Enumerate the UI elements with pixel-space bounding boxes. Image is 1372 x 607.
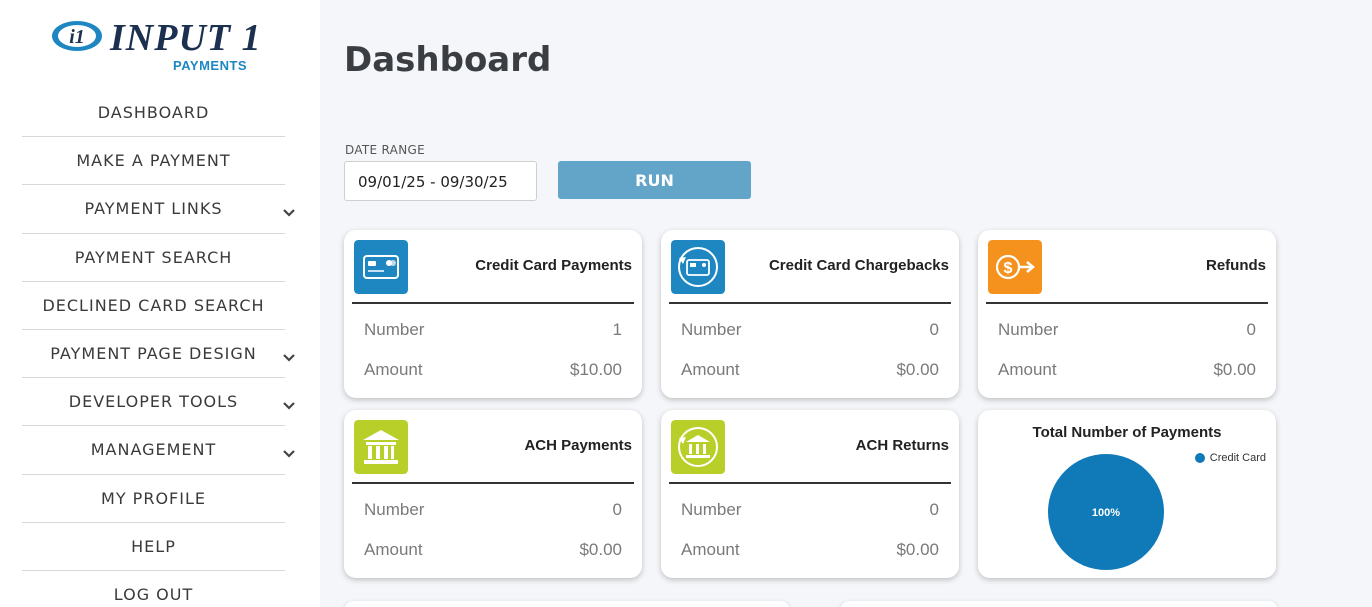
- number-label: Number: [364, 320, 425, 339]
- date-range-input[interactable]: 09/01/25 - 09/30/25: [344, 161, 537, 201]
- sidebar-item-management[interactable]: MANAGEMENT: [22, 426, 295, 475]
- chevron-down-icon[interactable]: [281, 446, 297, 462]
- sidebar-item-payment-page-design[interactable]: PAYMENT PAGE DESIGN: [22, 330, 295, 379]
- number-label: Number: [364, 500, 425, 519]
- card-divider: [669, 302, 951, 304]
- chevron-down-icon[interactable]: [281, 398, 297, 414]
- sidebar-item-developer-tools[interactable]: DEVELOPER TOOLS: [22, 378, 295, 427]
- legend-swatch: [1194, 453, 1205, 463]
- chart-title: Total Number of Payments: [1032, 424, 1222, 441]
- refunds-card: $ Refunds Number 0 Amount $0.00: [978, 230, 1276, 398]
- date-range-label: DATE RANGE: [345, 143, 425, 157]
- sidebar-item-label: MY PROFILE: [101, 488, 206, 508]
- logo-name: INPUT 1: [110, 17, 262, 59]
- bottom-panel: [344, 601, 790, 607]
- sidebar-item-label: PAYMENT SEARCH: [74, 247, 233, 267]
- logo-badge-icon: i1: [52, 21, 102, 51]
- number-label: Number: [681, 320, 742, 339]
- number-label: Number: [998, 320, 1059, 339]
- number-value: 1: [612, 320, 622, 339]
- number-value: 0: [929, 500, 939, 519]
- amount-label: Amount: [998, 360, 1057, 379]
- svg-text:i1: i1: [69, 26, 85, 48]
- ach-payments-card: ACH Payments Number 0 Amount $0.00: [344, 410, 642, 578]
- run-button[interactable]: RUN: [558, 161, 751, 199]
- sidebar-item-payment-links[interactable]: PAYMENT LINKS: [22, 185, 295, 234]
- bank-return-icon: [671, 420, 725, 474]
- chart-legend[interactable]: Credit Card: [1194, 452, 1266, 464]
- sidebar-item-make-a-payment[interactable]: MAKE A PAYMENT: [22, 137, 285, 186]
- number-value: 0: [612, 500, 622, 519]
- svg-text:$: $: [1004, 260, 1013, 277]
- sidebar-item-payment-search[interactable]: PAYMENT SEARCH: [22, 234, 285, 282]
- refund-icon: $: [988, 240, 1042, 294]
- sidebar-item-my-profile[interactable]: MY PROFILE: [22, 475, 285, 523]
- sidebar-item-label: DECLINED CARD SEARCH: [42, 295, 265, 315]
- amount-value: $0.00: [896, 540, 939, 559]
- number-value: 0: [1246, 320, 1256, 339]
- sidebar-item-help[interactable]: HELP: [22, 523, 285, 571]
- bottom-panel: [840, 601, 1278, 607]
- sidebar-item-label: DASHBOARD: [97, 103, 210, 123]
- sidebar-item-log-out[interactable]: LOG OUT: [22, 571, 285, 607]
- amount-label: Amount: [681, 540, 740, 559]
- amount-value: $0.00: [1213, 360, 1256, 379]
- number-label: Number: [681, 500, 742, 519]
- credit-card-icon: [354, 240, 408, 294]
- chevron-down-icon[interactable]: [281, 350, 297, 366]
- amount-label: Amount: [364, 540, 423, 559]
- pie-slice-label: 100%: [1092, 507, 1120, 519]
- card-divider: [669, 482, 951, 484]
- card-divider: [986, 302, 1268, 304]
- total-payments-chart-card: Total Number of Payments Credit Card 100…: [978, 410, 1276, 578]
- card-divider: [352, 482, 634, 484]
- sidebar: i1 INPUT 1 PAYMENTS DASHBOARD MAKE A PAY…: [0, 0, 320, 607]
- sidebar-item-label: MAKE A PAYMENT: [76, 151, 231, 171]
- legend-label: Credit Card: [1209, 452, 1266, 464]
- sidebar-item-label: DEVELOPER TOOLS: [68, 392, 239, 412]
- amount-value: $10.00: [570, 360, 622, 379]
- card-title: Refunds: [1206, 257, 1266, 274]
- chargeback-icon: [671, 240, 725, 294]
- page-title: Dashboard: [344, 40, 552, 80]
- card-divider: [352, 302, 634, 304]
- card-title: ACH Payments: [524, 437, 632, 454]
- brand-logo[interactable]: i1 INPUT 1 PAYMENTS: [50, 14, 265, 76]
- card-title: Credit Card Payments: [475, 257, 632, 274]
- bank-icon: [354, 420, 408, 474]
- number-value: 0: [929, 320, 939, 339]
- sidebar-item-label: MANAGEMENT: [90, 440, 217, 460]
- sidebar-item-dashboard[interactable]: DASHBOARD: [22, 89, 285, 138]
- amount-label: Amount: [681, 360, 740, 379]
- card-title: Credit Card Chargebacks: [768, 257, 949, 274]
- sidebar-nav: DASHBOARD MAKE A PAYMENT PAYMENT LINKS P…: [22, 89, 295, 607]
- logo-subtitle: PAYMENTS: [173, 58, 248, 73]
- ach-returns-card: ACH Returns Number 0 Amount $0.00: [661, 410, 959, 578]
- amount-label: Amount: [364, 360, 423, 379]
- sidebar-item-label: PAYMENT PAGE DESIGN: [50, 344, 257, 364]
- sidebar-item-label: PAYMENT LINKS: [84, 199, 223, 219]
- amount-value: $0.00: [579, 540, 622, 559]
- sidebar-item-declined-card-search[interactable]: DECLINED CARD SEARCH: [22, 282, 285, 330]
- sidebar-item-label: LOG OUT: [113, 585, 194, 605]
- card-title: ACH Returns: [855, 437, 949, 454]
- sidebar-item-label: HELP: [131, 536, 176, 556]
- credit-card-chargebacks-card: Credit Card Chargebacks Number 0 Amount …: [661, 230, 959, 398]
- amount-value: $0.00: [896, 360, 939, 379]
- chevron-down-icon[interactable]: [281, 205, 297, 221]
- pie-chart: 100%: [1048, 454, 1164, 570]
- credit-card-payments-card: Credit Card Payments Number 1 Amount $10…: [344, 230, 642, 398]
